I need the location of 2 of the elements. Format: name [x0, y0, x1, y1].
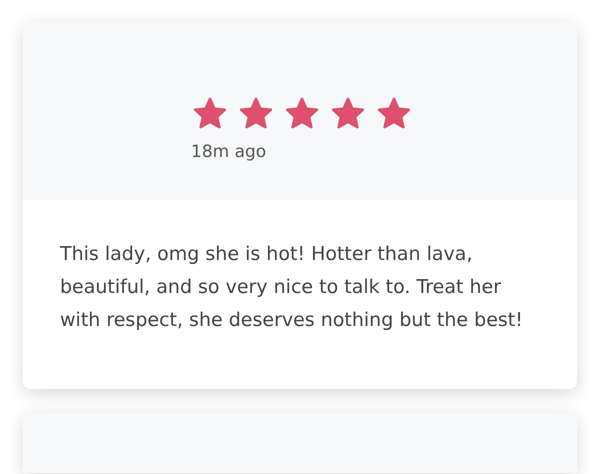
- review-time: 18m ago: [191, 142, 266, 162]
- review-text: This lady, omg she is hot! Hotter than lava, beautiful, and so very nice to talk to. Treat her with respect, she deserves nothing but the best!: [59, 242, 524, 333]
